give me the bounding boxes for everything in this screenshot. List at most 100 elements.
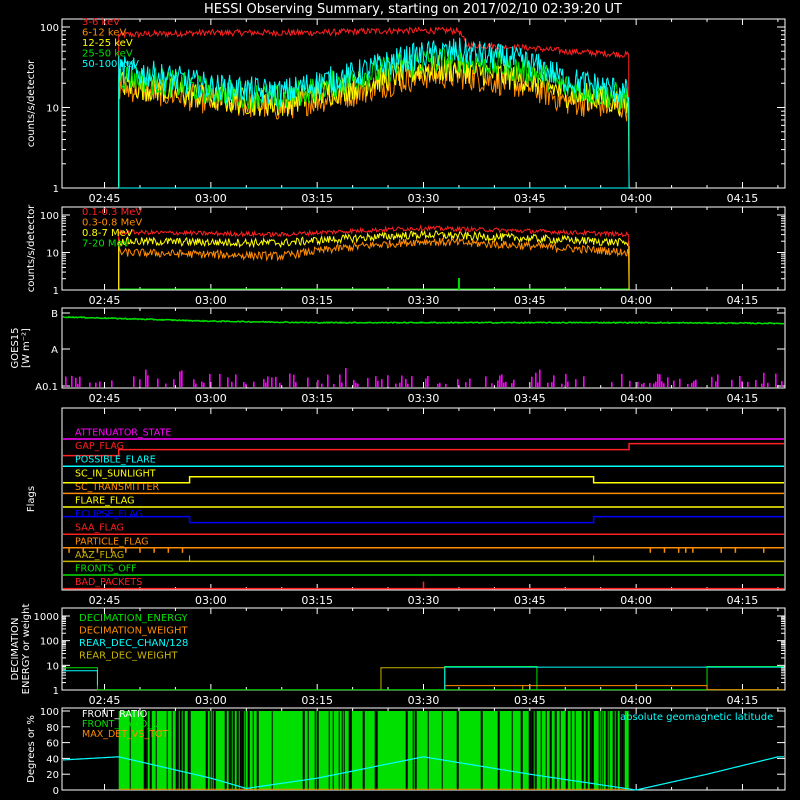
x-tick-label: 03:30 bbox=[408, 192, 440, 205]
p6-gap bbox=[189, 711, 191, 790]
p4-flag-line-3 bbox=[63, 476, 784, 484]
p3-spike bbox=[243, 382, 245, 387]
x-tick-label: 02:45 bbox=[89, 294, 121, 307]
p5-decimation-energy-2 bbox=[444, 665, 784, 690]
p3-spike bbox=[469, 378, 471, 387]
p6-gap bbox=[179, 711, 182, 790]
p3-spike bbox=[321, 383, 323, 387]
p3-spike bbox=[77, 383, 79, 387]
p3-spike bbox=[381, 379, 383, 387]
p3-spike bbox=[339, 374, 341, 387]
p3-spike bbox=[407, 383, 409, 387]
p3-ylabel-line: [W m⁻²] bbox=[21, 328, 32, 368]
p3-spike bbox=[663, 383, 665, 387]
p5-rear-dec-weight bbox=[380, 667, 524, 690]
p6-gap bbox=[581, 711, 584, 790]
p1-legend-1: 6-12 keV bbox=[82, 28, 126, 39]
p3-spike bbox=[763, 372, 765, 387]
p6-gap bbox=[206, 711, 208, 790]
p5-y-tick-label: 1 bbox=[53, 686, 59, 697]
p3-spike bbox=[387, 375, 389, 387]
p3-spike bbox=[695, 379, 697, 387]
p3-spike bbox=[405, 378, 407, 387]
p6-gap bbox=[271, 711, 273, 790]
p4-flag-label-4: SC_TRANSMITTER bbox=[75, 482, 160, 493]
p6-gap bbox=[374, 711, 376, 790]
p3-spike bbox=[231, 381, 233, 387]
p2-legend-0: 0.1-0.3 MeV bbox=[82, 207, 142, 218]
p3-spike bbox=[511, 383, 513, 387]
p3-spike bbox=[357, 383, 359, 387]
p6-gap bbox=[362, 711, 365, 790]
p3-spike bbox=[111, 380, 113, 387]
p3-spike bbox=[485, 376, 487, 387]
p3-spike bbox=[679, 378, 681, 387]
p6-gap bbox=[213, 711, 216, 790]
x-tick-label: 03:30 bbox=[408, 294, 440, 307]
p3-spike bbox=[501, 374, 503, 387]
p3-spike bbox=[345, 368, 347, 387]
p6-gap bbox=[177, 711, 179, 790]
x-tick-label: 02:45 bbox=[89, 594, 121, 607]
p3-spike bbox=[79, 376, 81, 387]
p5-ylabel-line: ENERGY or weight bbox=[21, 604, 32, 695]
p3-spike bbox=[427, 376, 429, 387]
p6-gap bbox=[412, 711, 414, 790]
p3-spike bbox=[755, 379, 757, 387]
p6-gap bbox=[612, 711, 615, 790]
p3-spike bbox=[437, 383, 439, 387]
p1-y-tick-label: 1 bbox=[53, 184, 59, 195]
p3-spike bbox=[535, 372, 537, 387]
p6-gap bbox=[224, 711, 227, 790]
p3-spike bbox=[227, 377, 229, 387]
x-tick-label: 03:45 bbox=[514, 192, 546, 205]
p1-legend-0: 3-6 keV bbox=[82, 17, 120, 28]
p3-spike bbox=[157, 378, 159, 387]
p3-spike bbox=[503, 382, 505, 387]
p3-spike bbox=[741, 381, 743, 387]
p3-spike bbox=[717, 374, 719, 387]
p3-spike bbox=[253, 381, 255, 387]
p3-spike bbox=[739, 375, 741, 387]
p5-ylabel: DECIMATION ENERGY or weight bbox=[10, 604, 32, 695]
p3-spike bbox=[781, 381, 783, 387]
p3-spike bbox=[165, 383, 167, 387]
p6-gap bbox=[230, 711, 232, 790]
p3-spike bbox=[245, 383, 247, 387]
p6-gap bbox=[531, 711, 534, 790]
p6-gap bbox=[232, 711, 235, 790]
x-tick-label: 03:15 bbox=[301, 392, 333, 405]
p3-spike bbox=[289, 373, 291, 387]
p6-gap bbox=[242, 711, 244, 790]
p3-spike bbox=[761, 383, 763, 387]
p3-tick-label: A0.1 bbox=[35, 382, 58, 393]
p3-spike bbox=[235, 374, 237, 387]
p3-spike bbox=[377, 380, 379, 387]
x-tick-label: 02:45 bbox=[89, 694, 121, 707]
p3-ylabel: GOES15 [W m⁻²] bbox=[10, 327, 32, 368]
x-tick-label: 03:00 bbox=[195, 192, 227, 205]
p2-legend-3: 7-20 MeV bbox=[82, 239, 130, 250]
p6-gap bbox=[441, 711, 443, 790]
p6-gap bbox=[338, 711, 340, 790]
p3-spike bbox=[355, 382, 357, 387]
p6-gap bbox=[302, 711, 305, 790]
p6-gap bbox=[343, 711, 345, 790]
x-tick-label: 04:15 bbox=[727, 694, 759, 707]
p3-spike bbox=[653, 383, 655, 387]
p3-spike bbox=[583, 376, 585, 387]
x-tick-label: 03:30 bbox=[408, 694, 440, 707]
p3-spike bbox=[775, 373, 777, 387]
x-tick-label: 04:15 bbox=[727, 192, 759, 205]
p6-gap bbox=[511, 711, 513, 790]
p3-spike bbox=[293, 374, 295, 387]
p6-ylabel: Degrees or % bbox=[26, 715, 37, 783]
p4-flag-label-6: ECLIPSE_FLAG bbox=[75, 509, 143, 520]
p3-spike bbox=[219, 373, 221, 387]
p3-spike bbox=[133, 376, 135, 387]
x-tick-label: 03:30 bbox=[408, 594, 440, 607]
p6-gap bbox=[244, 711, 246, 790]
p3-spike bbox=[267, 376, 269, 387]
p3-spike bbox=[327, 374, 329, 387]
p6-gap bbox=[187, 711, 190, 790]
